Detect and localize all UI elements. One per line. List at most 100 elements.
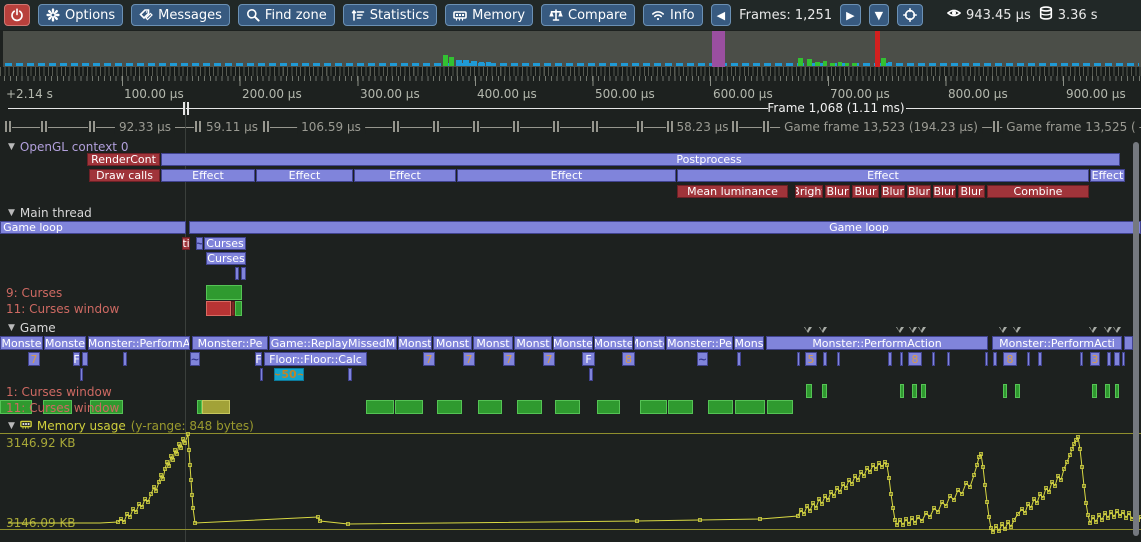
zone-bar[interactable]: F [582, 352, 595, 366]
zone-bar[interactable]: Floor::Floor::Calc [264, 352, 367, 366]
find-zone-button[interactable]: Find zone [238, 4, 335, 26]
lock-held-bar[interactable] [735, 400, 765, 414]
histogram-bar[interactable] [823, 61, 827, 66]
frame-duration-label[interactable]: 92.33 µs [115, 120, 175, 134]
lock-held-bar[interactable] [1115, 384, 1119, 398]
zone-bar[interactable]: Game::ReplayMissedM [269, 336, 397, 350]
histogram-bar[interactable] [807, 59, 812, 66]
zone-bar[interactable]: Monster::PerformA [88, 336, 190, 350]
zone-count-bar[interactable]: 7 [463, 352, 475, 366]
zone-bar[interactable]: Monst [514, 336, 552, 350]
message-marker-icon[interactable] [909, 327, 917, 333]
zone-bar[interactable] [1027, 352, 1030, 366]
zone-bar[interactable]: Monst [398, 336, 432, 350]
gpu-zone-bar[interactable]: Blur [881, 185, 905, 198]
zone-bar[interactable]: Monster::PerformActi [992, 336, 1122, 350]
gpu-zone-bar[interactable]: Blur [852, 185, 879, 198]
collapse-triangle-icon[interactable]: ▼ [8, 208, 15, 218]
messages-button[interactable]: Messages [131, 4, 230, 26]
histogram-bar[interactable] [852, 63, 857, 66]
opengl-context-header[interactable]: ▼OpenGL context 0 [8, 140, 128, 154]
histogram-bar[interactable] [845, 63, 849, 66]
zone-bar[interactable] [797, 352, 800, 366]
frames-prev-button[interactable]: ◀ [711, 4, 731, 26]
zone-count-bar[interactable]: 5 [805, 352, 817, 366]
collapse-triangle-icon[interactable]: ▼ [8, 421, 15, 431]
memory-button[interactable]: Memory [445, 4, 533, 26]
folded-zone-bar[interactable]: ~ [196, 237, 203, 250]
zone-bar[interactable]: Effect [677, 169, 1089, 182]
histogram-bar[interactable] [471, 61, 477, 66]
message-marker-icon[interactable] [1013, 327, 1021, 333]
goto-frame-button[interactable] [897, 4, 923, 26]
game-thread-header[interactable]: ▼Game [8, 321, 56, 335]
lock-held-bar[interactable] [478, 400, 502, 414]
collapse-triangle-icon[interactable]: ▼ [8, 142, 15, 152]
zone-bar[interactable]: Game loop [189, 221, 1141, 234]
purple-frame-band[interactable] [712, 31, 725, 67]
message-marker-icon[interactable] [1089, 327, 1097, 333]
zone-bar[interactable]: Effect [256, 169, 353, 182]
frame-histogram[interactable] [3, 31, 1141, 67]
collapse-triangle-icon[interactable]: ▼ [8, 323, 15, 333]
lock-held-bar[interactable] [1015, 384, 1020, 398]
red-frame-band[interactable] [875, 31, 880, 67]
zone-bar[interactable] [1038, 352, 1042, 366]
zone-bar[interactable]: Curses [206, 252, 246, 265]
zone-bar[interactable] [888, 352, 892, 366]
message-marker-icon[interactable] [896, 327, 904, 333]
zone-bar[interactable] [1107, 352, 1111, 366]
zone-bar[interactable]: Curses [204, 237, 246, 250]
gpu-zone-bar[interactable]: Blur [825, 185, 850, 198]
zone-bar[interactable] [837, 352, 840, 366]
lock-contended-bar[interactable] [202, 400, 230, 414]
message-marker-icon[interactable] [999, 327, 1007, 333]
zone-bar[interactable] [1124, 336, 1133, 350]
gpu-zone-bar[interactable]: ti [182, 237, 190, 250]
lock-held-bar[interactable] [806, 384, 812, 398]
zone-bar[interactable]: Monster::Pe [192, 336, 268, 350]
lock-held-bar[interactable] [235, 301, 242, 316]
zone-bar[interactable] [241, 267, 246, 280]
zone-bar[interactable] [1080, 352, 1083, 366]
message-marker-icon[interactable] [918, 327, 926, 333]
lock-held-bar[interactable] [1105, 384, 1110, 398]
lock-held-bar[interactable] [206, 285, 242, 300]
zone-bar[interactable] [737, 352, 741, 366]
zone-bar[interactable] [235, 267, 239, 280]
zone-bar[interactable] [947, 352, 950, 366]
lock-held-bar[interactable] [555, 400, 580, 414]
lock-held-bar[interactable] [1092, 384, 1097, 398]
zone-bar[interactable] [993, 352, 997, 366]
zone-bar[interactable] [932, 352, 935, 366]
zone-bar[interactable]: Postprocess [161, 153, 1120, 166]
frame-label[interactable]: Frame 1,068 (1.11 ms) [767, 101, 904, 115]
zone-bar[interactable] [1114, 352, 1120, 366]
histogram-bar[interactable] [486, 62, 491, 66]
zone-bar[interactable] [985, 352, 988, 366]
message-marker-icon[interactable] [1113, 327, 1121, 333]
zone-bar[interactable]: Monste [594, 336, 633, 350]
zone-count-bar[interactable]: 7 [423, 352, 435, 366]
gpu-zone-bar[interactable]: Mean luminance [677, 185, 788, 198]
frame-duration-label[interactable]: Game frame 13,523 (194.23 µs) [780, 120, 982, 134]
caret-down-button[interactable]: ▼ [869, 4, 889, 26]
lock-held-bar[interactable] [708, 400, 733, 414]
zone-bar[interactable]: Game loop [0, 221, 186, 234]
zone-count-bar[interactable]: 8 [908, 352, 922, 366]
histogram-bar[interactable] [881, 58, 886, 66]
zone-bar[interactable] [123, 352, 127, 366]
zone-bar[interactable]: Effect [161, 169, 255, 182]
gpu-zone-bar[interactable]: Blur [907, 185, 931, 198]
histogram-bar[interactable] [888, 62, 892, 66]
lock-held-bar[interactable] [597, 400, 620, 414]
zone-bar[interactable]: Monst [473, 336, 513, 350]
zone-bar[interactable]: Monste [634, 336, 665, 350]
lock-held-bar[interactable] [517, 400, 542, 414]
histogram-bar[interactable] [463, 60, 469, 66]
frame-duration-label[interactable]: 58.23 µs [672, 120, 732, 134]
zone-bar[interactable] [900, 352, 903, 366]
zone-bar[interactable]: Monste [553, 336, 593, 350]
lock-held-bar[interactable] [668, 400, 693, 414]
histogram-bar[interactable] [830, 63, 835, 66]
